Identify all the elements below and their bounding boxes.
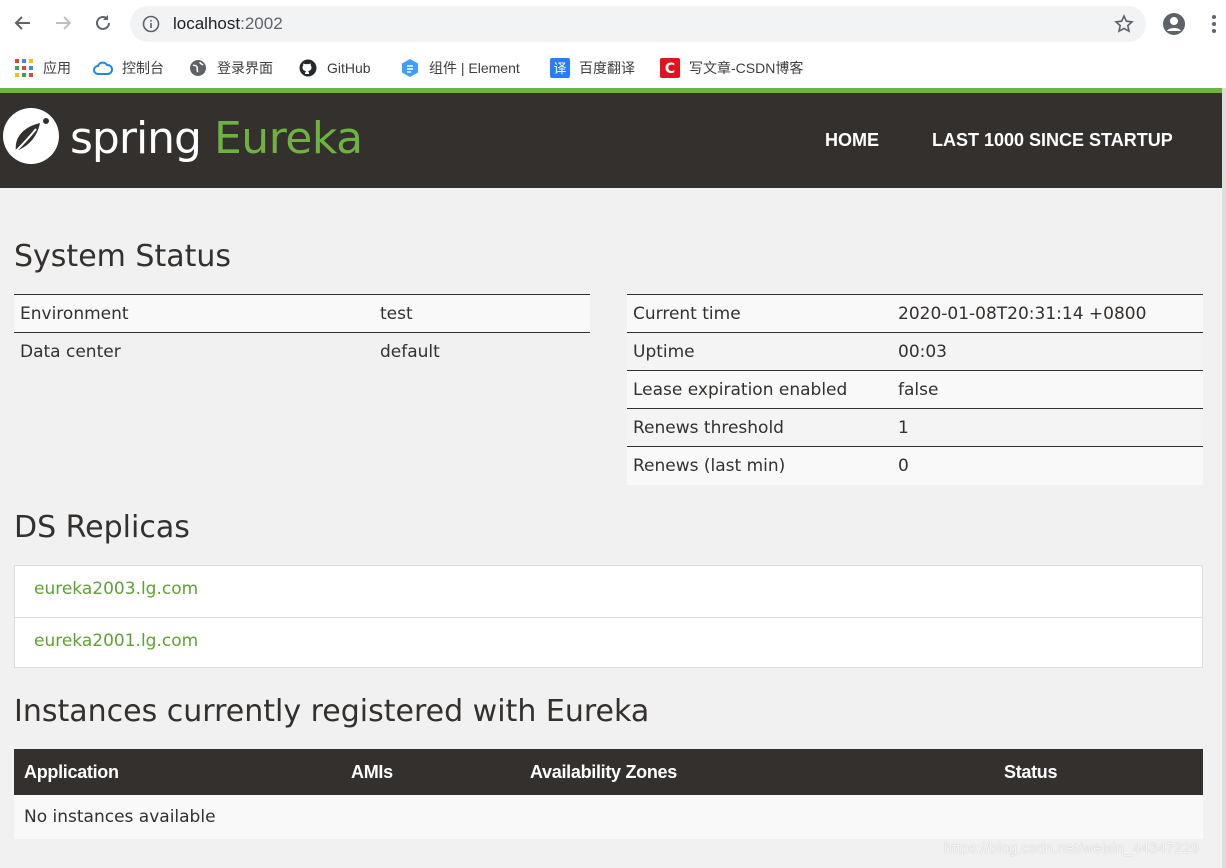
status-value: 2020-01-08T20:31:14 +0800 bbox=[892, 294, 1203, 333]
bookmark-console[interactable]: 控制台 bbox=[93, 56, 164, 80]
table-row: Uptime 00:03 bbox=[627, 332, 1203, 371]
status-value: test bbox=[374, 294, 590, 333]
list-item: eureka2003.lg.com bbox=[15, 566, 1202, 617]
info-icon[interactable] bbox=[142, 15, 160, 33]
bookmark-label: 登录界面 bbox=[217, 60, 273, 76]
ds-replicas-list: eureka2003.lg.com eureka2001.lg.com bbox=[14, 565, 1203, 668]
apps-grid-icon bbox=[14, 58, 34, 78]
table-row: Data center default bbox=[14, 332, 590, 371]
ds-replicas-heading: DS Replicas bbox=[14, 510, 190, 545]
watermark-text: https://blog.csdn.net/weixin_44347229 bbox=[944, 840, 1200, 857]
bookmark-label: 百度翻译 bbox=[579, 60, 635, 76]
svg-text:译: 译 bbox=[553, 62, 566, 77]
csdn-icon: C bbox=[660, 58, 680, 78]
status-value: 00:03 bbox=[892, 332, 1203, 371]
column-header-amis: AMIs bbox=[341, 749, 520, 795]
status-label: Current time bbox=[627, 294, 892, 333]
eureka-navbar: spring Eureka HOME LAST 1000 SINCE START… bbox=[0, 93, 1222, 188]
bookmark-login[interactable]: 登录界面 bbox=[188, 56, 273, 80]
replica-link[interactable]: eureka2001.lg.com bbox=[34, 631, 198, 651]
system-status-heading: System Status bbox=[14, 239, 232, 274]
bookmark-label: 写文章-CSDN博客 bbox=[689, 60, 804, 76]
bookmark-baidu-translate[interactable]: 译 百度翻译 bbox=[550, 56, 635, 80]
status-label: Renews (last min) bbox=[627, 446, 892, 485]
instances-table: Application AMIs Availability Zones Stat… bbox=[14, 749, 1203, 839]
bookmark-label: GitHub bbox=[327, 60, 371, 76]
github-icon bbox=[298, 58, 318, 78]
translate-icon: 译 bbox=[550, 58, 570, 78]
bookmark-label: 控制台 bbox=[122, 60, 164, 76]
browser-toolbar: localhost:2002 bbox=[0, 0, 1226, 48]
status-value: 0 bbox=[892, 446, 1203, 485]
system-status-left-table: Environment test Data center default bbox=[14, 294, 590, 371]
profile-avatar-icon[interactable] bbox=[1162, 12, 1186, 36]
page-scrollbar[interactable] bbox=[1222, 88, 1226, 868]
spring-leaf-logo-icon[interactable] bbox=[2, 107, 60, 165]
system-status-right-table: Current time 2020-01-08T20:31:14 +0800 U… bbox=[627, 294, 1203, 485]
bookmark-label: 组件 | Element bbox=[429, 60, 520, 76]
back-arrow-icon[interactable] bbox=[10, 10, 36, 36]
url-text[interactable]: localhost:2002 bbox=[173, 14, 283, 34]
column-header-application: Application bbox=[14, 749, 341, 795]
table-row: Renews (last min) 0 bbox=[627, 446, 1203, 485]
cloud-icon bbox=[93, 58, 113, 78]
logo-eureka-text[interactable]: Eureka bbox=[214, 113, 363, 164]
globe-icon bbox=[188, 58, 208, 78]
bookmark-csdn[interactable]: C 写文章-CSDN博客 bbox=[660, 56, 803, 80]
table-row: No instances available bbox=[14, 795, 1203, 839]
svg-text:C: C bbox=[665, 61, 675, 77]
bookmark-github[interactable]: GitHub bbox=[298, 56, 371, 80]
status-value: false bbox=[892, 370, 1203, 409]
bookmark-element[interactable]: 组件 | Element bbox=[400, 56, 520, 80]
element-icon bbox=[400, 58, 420, 78]
bookmark-star-icon[interactable] bbox=[1114, 14, 1134, 34]
forward-arrow-icon[interactable] bbox=[50, 10, 76, 36]
nav-last-1000-link[interactable]: LAST 1000 SINCE STARTUP bbox=[932, 130, 1173, 151]
table-header-row: Application AMIs Availability Zones Stat… bbox=[14, 749, 1203, 795]
bookmarks-bar: 应用 控制台 登录界面 GitHub 组件 | Element 译 百度翻译 C… bbox=[0, 48, 1226, 88]
status-value: 1 bbox=[892, 408, 1203, 447]
table-row: Current time 2020-01-08T20:31:14 +0800 bbox=[627, 294, 1203, 333]
status-value: default bbox=[374, 332, 590, 371]
table-row: Lease expiration enabled false bbox=[627, 370, 1203, 409]
nav-home-link[interactable]: HOME bbox=[825, 130, 879, 151]
status-label: Renews threshold bbox=[627, 408, 892, 447]
status-label: Environment bbox=[14, 294, 374, 333]
column-header-status: Status bbox=[994, 749, 1203, 795]
status-label: Data center bbox=[14, 332, 374, 371]
table-row: Renews threshold 1 bbox=[627, 408, 1203, 447]
bookmark-apps[interactable]: 应用 bbox=[14, 56, 71, 80]
status-label: Lease expiration enabled bbox=[627, 370, 892, 409]
replica-link[interactable]: eureka2003.lg.com bbox=[34, 579, 198, 599]
instances-heading: Instances currently registered with Eure… bbox=[14, 694, 650, 729]
column-header-availability-zones: Availability Zones bbox=[520, 749, 994, 795]
table-row: Environment test bbox=[14, 294, 590, 333]
address-bar[interactable]: localhost:2002 bbox=[130, 6, 1146, 42]
bookmark-label: 应用 bbox=[43, 60, 71, 76]
reload-icon[interactable] bbox=[90, 10, 116, 36]
status-label: Uptime bbox=[627, 332, 892, 371]
list-item: eureka2001.lg.com bbox=[15, 617, 1202, 668]
kebab-menu-icon[interactable] bbox=[1210, 12, 1218, 36]
empty-message: No instances available bbox=[14, 795, 1203, 839]
logo-spring-text[interactable]: spring bbox=[70, 113, 202, 164]
